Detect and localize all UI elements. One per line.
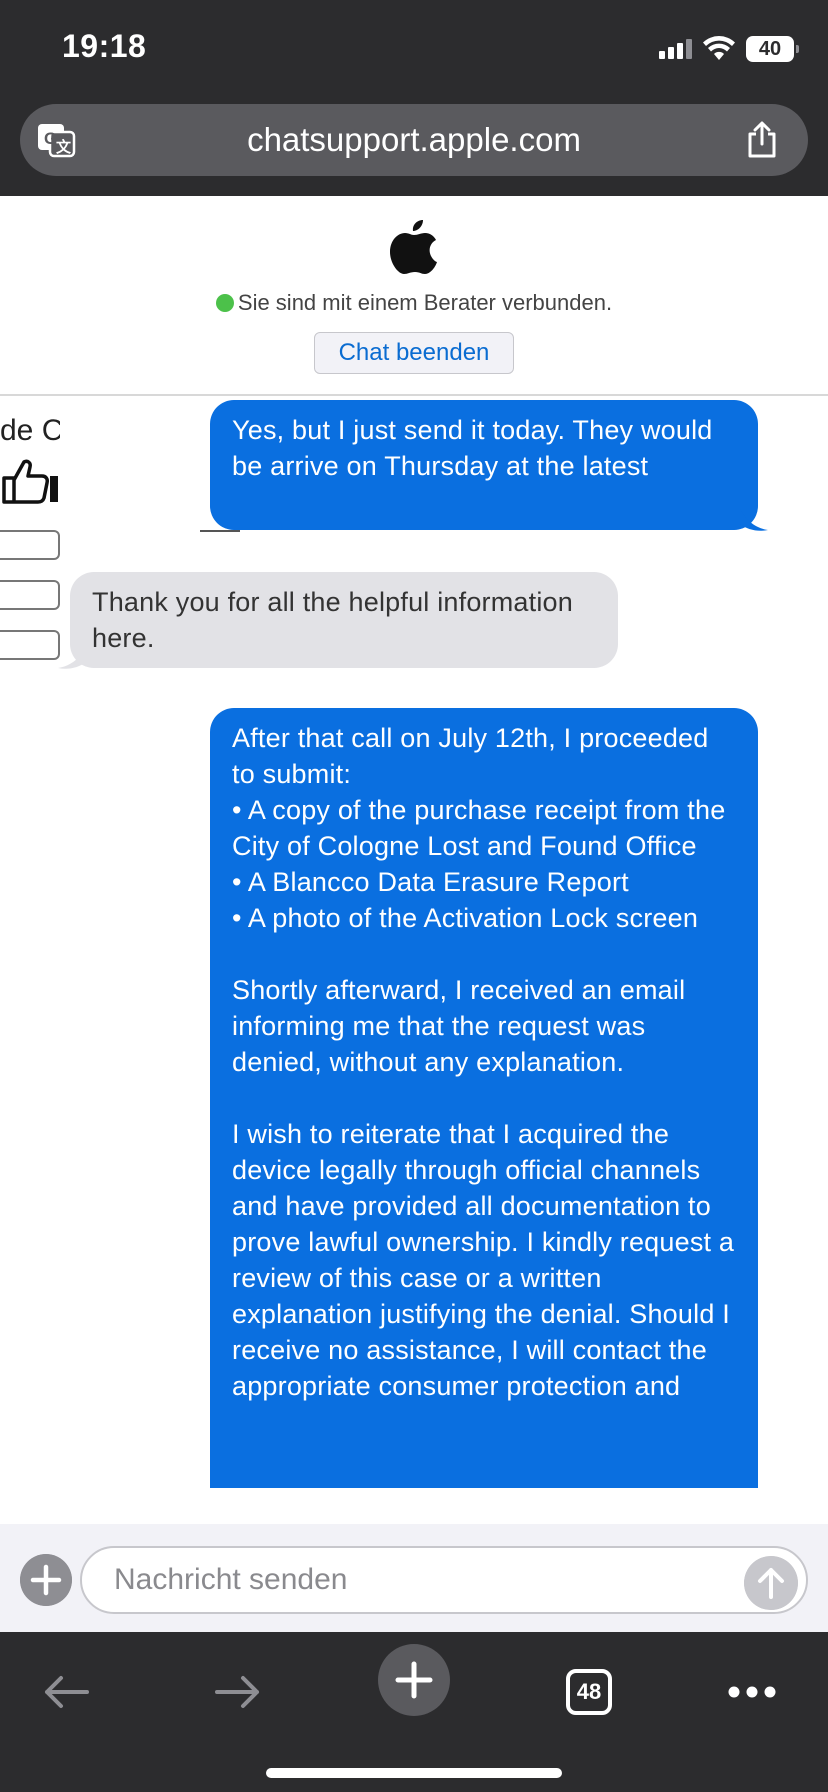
outgoing-message: After that call on July 12th, I proceede… [210, 708, 758, 1488]
clipped-option-box[interactable] [0, 630, 60, 660]
cellular-signal-icon [659, 39, 692, 59]
incoming-message: Thank you for all the helpful informatio… [70, 572, 618, 668]
status-time: 19:18 [62, 28, 147, 64]
forward-button[interactable] [206, 1660, 270, 1724]
outgoing-bubble-tail [740, 508, 768, 531]
send-button[interactable] [744, 1556, 798, 1610]
battery-icon: 40 [746, 36, 799, 62]
url-text[interactable]: chatsupport.apple.com [20, 104, 808, 176]
home-indicator [266, 1768, 562, 1778]
tabs-count: 48 [566, 1669, 612, 1715]
more-dots-icon [728, 1686, 776, 1698]
browser-toolbar: 48 [0, 1632, 828, 1792]
connection-status-text: Sie sind mit einem Berater verbunden. [237, 290, 613, 315]
thumbs-up-icon[interactable] [0, 458, 60, 504]
share-icon[interactable] [744, 120, 780, 160]
clipped-text-fragment: de C [0, 414, 60, 447]
clipped-option-box[interactable] [0, 530, 60, 560]
chat-header: Sie sind mit einem Berater verbunden. Ch… [0, 196, 828, 396]
arrow-left-icon [45, 1676, 89, 1708]
bubble-divider [200, 530, 240, 532]
back-button[interactable] [34, 1660, 98, 1724]
message-text: Thank you for all the helpful informatio… [92, 587, 573, 653]
new-tab-button[interactable] [378, 1644, 450, 1716]
incoming-bubble-tail [58, 646, 86, 669]
arrow-right-icon [215, 1676, 259, 1708]
message-composer [0, 1524, 828, 1632]
wifi-icon [703, 36, 735, 60]
message-bullet: • A copy of the purchase receipt from th… [232, 795, 726, 861]
message-bullet: • A photo of the Activation Lock screen [232, 903, 699, 933]
chat-page: Sie sind mit einem Berater verbunden. Ch… [0, 196, 828, 1632]
apple-logo [390, 220, 437, 274]
message-input[interactable] [80, 1546, 808, 1614]
outgoing-message: Yes, but I just send it today. They woul… [210, 400, 758, 530]
tabs-button[interactable]: 48 [564, 1660, 614, 1724]
message-text: After that call on July 12th, I proceede… [232, 723, 709, 789]
more-menu-button[interactable] [724, 1660, 780, 1724]
address-bar[interactable]: G 文 chatsupport.apple.com [20, 104, 808, 176]
message-text: Yes, but I just send it today. They woul… [232, 415, 713, 481]
connection-status: Sie sind mit einem Berater verbunden. [0, 290, 828, 316]
message-text: I wish to reiterate that I acquired the … [232, 1119, 735, 1401]
message-bullet: • A Blancco Data Erasure Report [232, 867, 629, 897]
browser-top-chrome: 19:18 40 G 文 chatsupport.apple.com [0, 0, 828, 196]
clipped-option-box[interactable] [0, 580, 60, 610]
message-text: Shortly afterward, I received an email i… [232, 975, 686, 1077]
end-chat-button[interactable]: Chat beenden [314, 332, 514, 374]
status-dot [215, 294, 234, 312]
plus-icon [378, 1644, 450, 1716]
add-attachment-icon[interactable] [20, 1554, 72, 1606]
status-icons: 40 [659, 34, 799, 64]
